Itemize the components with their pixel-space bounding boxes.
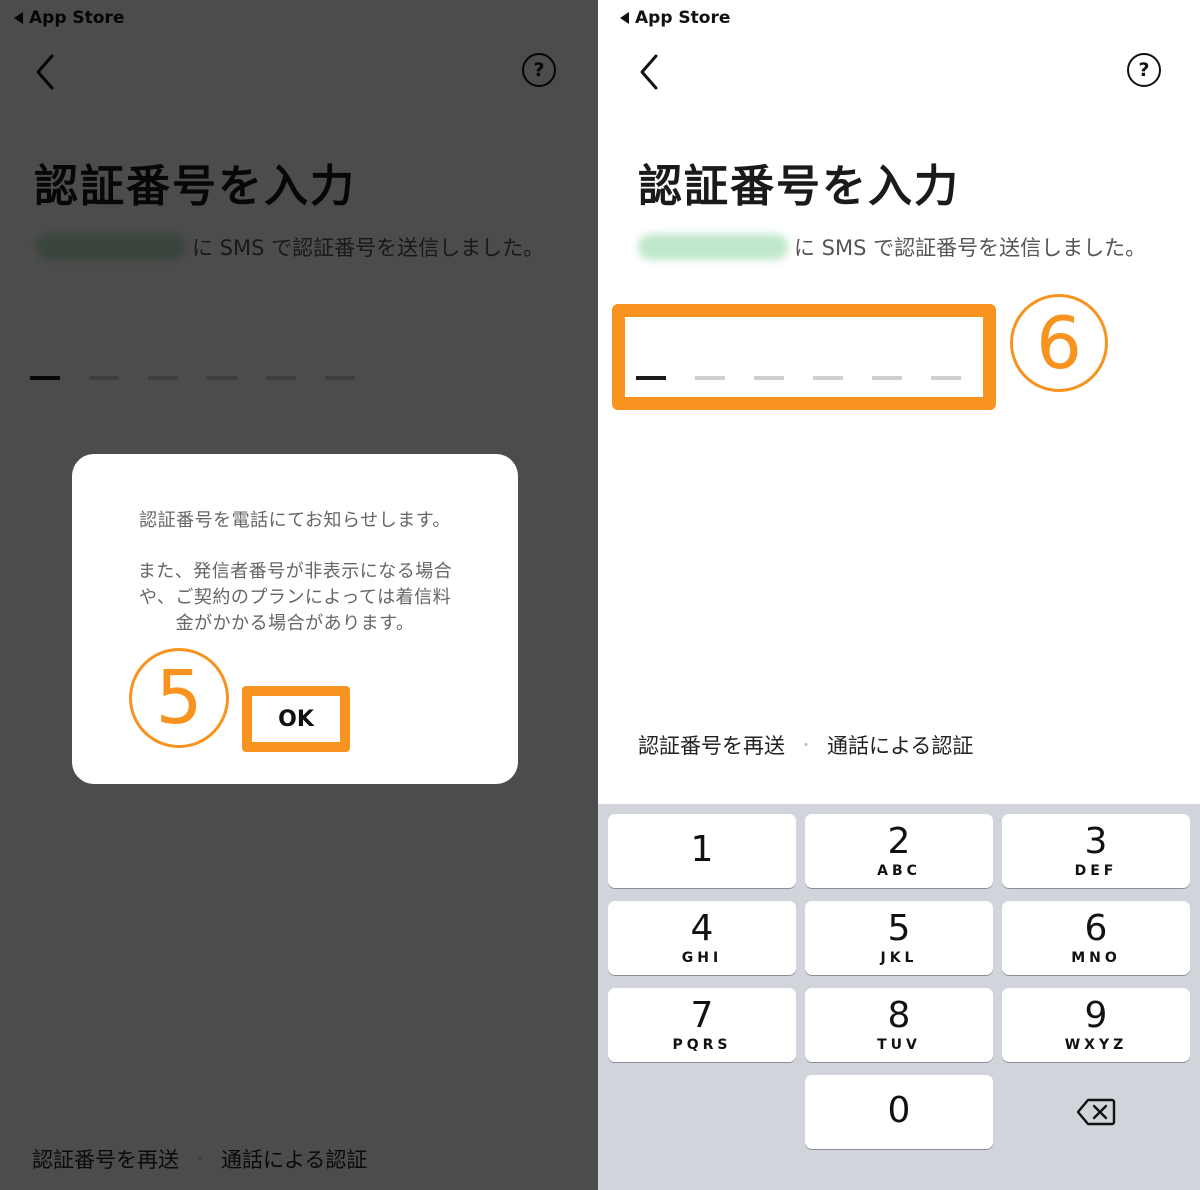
sms-sent-message: に SMS で認証番号を送信しました。	[638, 232, 1146, 262]
delete-key[interactable]	[1002, 1075, 1190, 1149]
left-screen: App Store ? 認証番号を入力 に SMS で認証番号を送信しました。 …	[0, 0, 598, 1190]
key-letters: JKL	[880, 950, 918, 966]
key-digit: 1	[690, 829, 714, 870]
dialog-message-line: 認証番号を電話にてお知らせします。	[139, 510, 451, 531]
key-digit: 3	[1084, 821, 1108, 862]
key-digit: 0	[887, 1090, 911, 1131]
status-back-label: App Store	[635, 8, 731, 28]
step-5-annotation: 5	[129, 648, 229, 748]
key-letters: ABC	[877, 863, 921, 879]
right-screen: App Store ? 認証番号を入力 に SMS で認証番号を送信しました。 …	[598, 0, 1200, 1190]
resend-code-link[interactable]: 認証番号を再送	[638, 730, 785, 760]
back-triangle-icon	[620, 12, 629, 24]
key-6[interactable]: 6 MNO	[1002, 901, 1190, 975]
code-input-highlight-box	[612, 304, 996, 410]
key-letters: TUV	[877, 1037, 921, 1053]
key-letters: GHI	[681, 950, 723, 966]
key-letters: DEF	[1074, 863, 1118, 879]
key-letters: WXYZ	[1064, 1037, 1128, 1053]
key-5[interactable]: 5 JKL	[805, 901, 993, 975]
page-title: 認証番号を入力	[638, 161, 960, 212]
key-9[interactable]: 9 WXYZ	[1002, 988, 1190, 1062]
key-digit: 4	[690, 908, 714, 949]
help-icon[interactable]: ?	[1127, 53, 1161, 87]
step-5-label: 5	[155, 655, 203, 741]
key-7[interactable]: 7 PQRS	[608, 988, 796, 1062]
key-digit: 6	[1084, 908, 1108, 949]
key-3[interactable]: 3 DEF	[1002, 814, 1190, 888]
key-digit: 7	[690, 995, 714, 1036]
ok-button[interactable]: OK	[252, 696, 340, 742]
call-auth-link[interactable]: 通話による認証	[827, 730, 973, 760]
blurred-phone-number	[638, 234, 788, 260]
dialog-message-line: や、ご契約のプランによっては着信料	[138, 587, 452, 608]
back-chevron-icon[interactable]	[634, 52, 666, 92]
key-digit: 9	[1084, 995, 1108, 1036]
key-1[interactable]: 1	[608, 814, 796, 888]
backspace-icon	[1076, 1098, 1116, 1126]
ok-highlight-box: OK	[242, 686, 350, 752]
key-letters: MNO	[1071, 950, 1121, 966]
key-digit: 2	[887, 821, 911, 862]
key-8[interactable]: 8 TUV	[805, 988, 993, 1062]
numeric-keypad: 1 2 ABC 3 DEF 4 GHI 5 JKL 6 MNO 7 PQRS 8	[598, 804, 1200, 1190]
key-digit: 8	[887, 995, 911, 1036]
key-letters: PQRS	[672, 1037, 732, 1053]
bottom-links: 認証番号を再送 ・ 通話による認証	[638, 730, 973, 760]
key-2[interactable]: 2 ABC	[805, 814, 993, 888]
call-notice-dialog: 認証番号を電話にてお知らせします。 また、発信者番号が非表示になる場合 や、ご契…	[72, 454, 518, 784]
step-6-annotation: 6	[1010, 294, 1108, 392]
link-separator: ・	[799, 738, 813, 754]
key-digit: 5	[887, 908, 911, 949]
dialog-message-line: 金がかかる場合があります。	[175, 613, 415, 634]
key-0[interactable]: 0	[805, 1075, 993, 1149]
dialog-message-line: また、発信者番号が非表示になる場合	[137, 561, 453, 582]
sms-sent-text: に SMS で認証番号を送信しました。	[794, 236, 1147, 260]
status-back-to-app-store[interactable]: App Store	[620, 8, 730, 28]
key-4[interactable]: 4 GHI	[608, 901, 796, 975]
help-icon-label: ?	[1138, 59, 1150, 81]
step-6-label: 6	[1036, 301, 1082, 385]
